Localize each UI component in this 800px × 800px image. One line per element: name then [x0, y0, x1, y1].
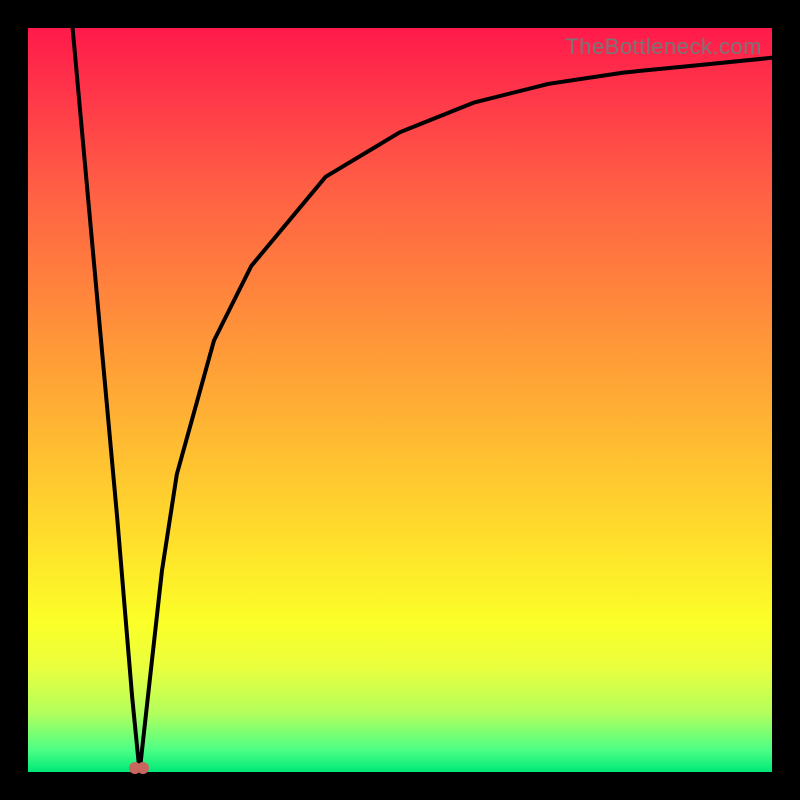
bottleneck-curve [28, 28, 772, 772]
plot-area: TheBottleneck.com [28, 28, 772, 772]
curve-path [73, 28, 772, 772]
chart-frame: TheBottleneck.com [0, 0, 800, 800]
